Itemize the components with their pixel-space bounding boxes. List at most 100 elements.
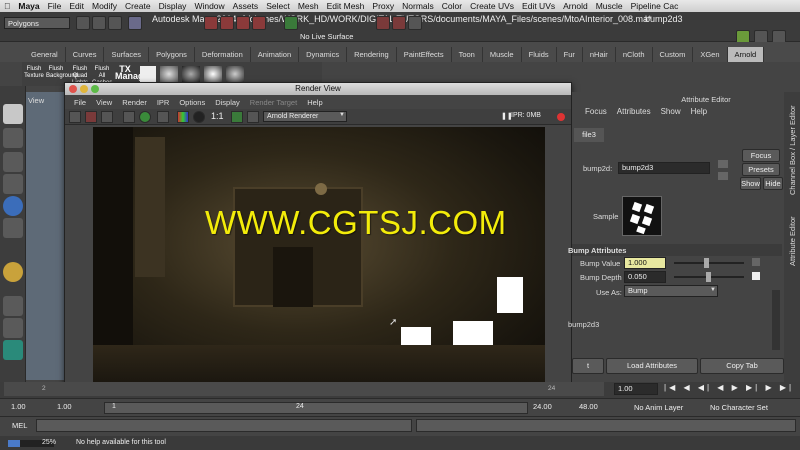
flush-texture-button[interactable]: Flush Texture — [24, 66, 44, 84]
physical-sky-icon[interactable] — [226, 66, 244, 82]
menu-display[interactable]: Display — [155, 1, 191, 11]
rv-menu-render[interactable]: Render — [117, 98, 152, 107]
focus-button[interactable]: Focus — [742, 149, 780, 162]
menu-create-uvs[interactable]: Create UVs — [466, 1, 518, 11]
rv-menu-help[interactable]: Help — [302, 98, 327, 107]
snapshot-icon[interactable] — [101, 111, 113, 123]
scale-tool-icon[interactable] — [3, 218, 23, 238]
snap-plane-icon[interactable] — [252, 16, 266, 30]
ae-menu-help[interactable]: Help — [686, 107, 712, 116]
ae-tab-file3[interactable]: file3 — [574, 128, 604, 142]
new-scene-icon[interactable] — [76, 16, 90, 30]
menu-edit-mesh[interactable]: Edit Mesh — [323, 1, 369, 11]
ae-scrollbar[interactable] — [772, 290, 780, 350]
menu-proxy[interactable]: Proxy — [368, 1, 398, 11]
app-menu[interactable]: Maya — [14, 1, 43, 11]
tab-animation[interactable]: Animation — [251, 47, 300, 62]
menu-mesh[interactable]: Mesh — [294, 1, 323, 11]
menu-color[interactable]: Color — [438, 1, 466, 11]
ae-menu-focus[interactable]: Focus — [580, 107, 612, 116]
tab-rendering[interactable]: Rendering — [347, 47, 397, 62]
save-scene-icon[interactable] — [108, 16, 122, 30]
menu-assets[interactable]: Assets — [229, 1, 263, 11]
playback-controls[interactable]: |◀ ◀ ◀| ◀ ▶ ▶| ▶ ▶| — [664, 383, 794, 392]
hide-button[interactable]: Hide — [763, 177, 783, 190]
tab-polygons[interactable]: Polygons — [149, 47, 195, 62]
ae-node-name-field[interactable]: bump2d3 — [618, 162, 710, 174]
range-start-field[interactable]: 1.00 — [8, 402, 48, 414]
tab-custom[interactable]: Custom — [653, 47, 694, 62]
menu-file[interactable]: File — [44, 1, 66, 11]
open-scene-icon[interactable] — [92, 16, 106, 30]
mesh-light-icon[interactable] — [204, 66, 222, 82]
bump-value-slider-handle[interactable] — [704, 258, 709, 268]
skydome-light-icon[interactable] — [160, 66, 178, 82]
tab-fur[interactable]: Fur — [557, 47, 583, 62]
mode-select[interactable]: Polygons — [4, 17, 70, 29]
layout-single-icon[interactable] — [3, 296, 23, 316]
area-light-icon[interactable] — [140, 66, 156, 82]
rv-menu-file[interactable]: File — [69, 98, 91, 107]
tab-muscle[interactable]: Muscle — [483, 47, 522, 62]
menu-normals[interactable]: Normals — [398, 1, 438, 11]
flush-background-button[interactable]: Flush Background — [46, 66, 78, 84]
bump-value-field[interactable]: 1.000 — [624, 257, 666, 269]
ipr-render-icon[interactable] — [392, 16, 406, 30]
viewport-view-menu[interactable]: View — [28, 96, 44, 105]
attribute-editor-tab[interactable]: Attribute Editor — [788, 206, 797, 266]
renderer-select[interactable]: Arnold Renderer — [263, 111, 347, 122]
tab-xgen[interactable]: XGen — [693, 47, 728, 62]
tab-arnold[interactable]: Arnold — [727, 47, 765, 62]
range-start2-field[interactable]: 1.00 — [54, 402, 94, 414]
select-button[interactable]: t — [572, 358, 604, 374]
bump-value-slider[interactable] — [674, 262, 744, 264]
lasso-tool-icon[interactable] — [3, 128, 23, 148]
keep-image-icon[interactable] — [157, 111, 169, 123]
rgb-channels-icon[interactable] — [177, 111, 189, 123]
display-settings-icon[interactable] — [231, 111, 243, 123]
close-icon[interactable] — [69, 85, 77, 93]
tab-painteffects[interactable]: PaintEffects — [397, 47, 452, 62]
character-set-select[interactable]: No Character Set — [710, 403, 768, 412]
bump-depth-field[interactable]: 0.050 — [624, 271, 666, 283]
move-tool-icon[interactable] — [3, 174, 23, 194]
render-image[interactable]: ➚ — [93, 127, 545, 385]
viewport[interactable] — [26, 92, 66, 380]
tab-deformation[interactable]: Deformation — [195, 47, 251, 62]
range-end2-field[interactable]: 48.00 — [576, 402, 616, 414]
load-attributes-button[interactable]: Load Attributes — [606, 358, 698, 374]
rv-menu-display[interactable]: Display — [210, 98, 245, 107]
menu-window[interactable]: Window — [190, 1, 228, 11]
minimize-icon[interactable] — [80, 85, 88, 93]
mel-label[interactable]: MEL — [12, 421, 27, 430]
checker-map-icon[interactable] — [752, 272, 760, 280]
refresh-icon[interactable] — [139, 111, 151, 123]
time-slider-track[interactable] — [4, 382, 604, 396]
current-frame-field[interactable]: 1.00 — [614, 383, 658, 395]
copy-tab-button[interactable]: Copy Tab — [700, 358, 784, 374]
bump-depth-slider-handle[interactable] — [706, 272, 711, 282]
bump-attributes-section[interactable]: Bump Attributes — [568, 246, 626, 255]
soft-mod-icon[interactable] — [3, 262, 23, 282]
layout-persp-icon[interactable] — [3, 340, 23, 360]
render-settings-icon[interactable] — [408, 16, 422, 30]
select-tool-icon[interactable] — [3, 104, 23, 124]
rv-menu-options[interactable]: Options — [174, 98, 210, 107]
snap-point-icon[interactable] — [236, 16, 250, 30]
mel-input[interactable] — [36, 419, 412, 432]
tab-dynamics[interactable]: Dynamics — [299, 47, 348, 62]
ratio-button[interactable]: 1:1 — [211, 111, 224, 121]
menu-modify[interactable]: Modify — [88, 1, 121, 11]
tab-toon[interactable]: Toon — [452, 47, 483, 62]
layout-four-icon[interactable] — [3, 318, 23, 338]
tab-nhair[interactable]: nHair — [583, 47, 616, 62]
select-hierarchy-icon[interactable] — [128, 16, 142, 30]
presets-button[interactable]: Presets — [742, 163, 780, 176]
tab-ncloth[interactable]: nCloth — [616, 47, 653, 62]
zoom-icon[interactable] — [91, 85, 99, 93]
ae-menu-attributes[interactable]: Attributes — [612, 107, 656, 116]
tab-general[interactable]: General — [24, 47, 66, 62]
ae-menu-show[interactable]: Show — [656, 107, 686, 116]
pause-ipr-icon[interactable]: ❚❚ — [501, 112, 513, 120]
rv-menu-ipr[interactable]: IPR — [152, 98, 175, 107]
